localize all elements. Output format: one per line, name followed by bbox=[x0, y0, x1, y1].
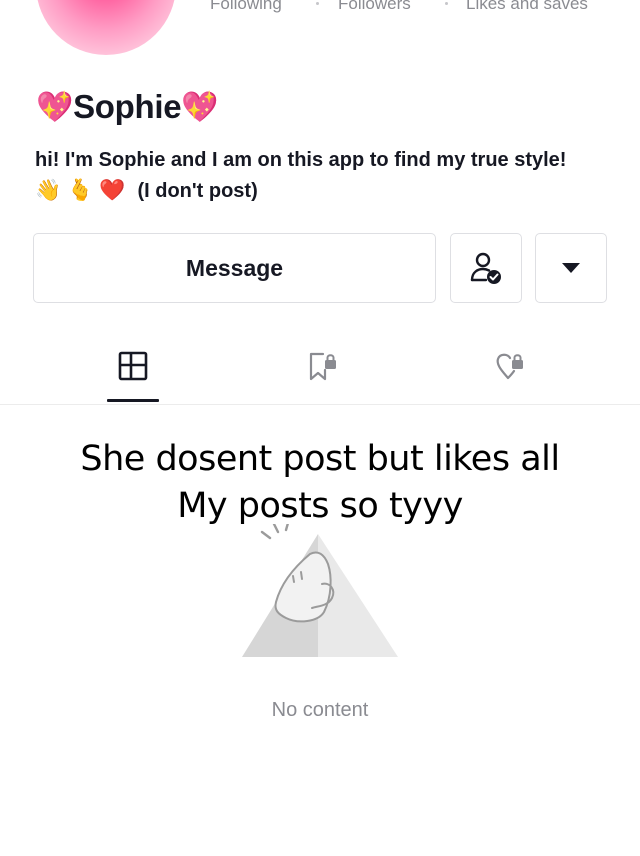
tab-saved[interactable] bbox=[295, 346, 347, 386]
caption-line-1: She dosent post but likes all bbox=[80, 439, 560, 479]
friend-status-button[interactable] bbox=[450, 233, 522, 303]
bio-line-2: 👋 🫰 ❤️ (I don't post) bbox=[35, 179, 258, 203]
stat-followers-label[interactable]: Followers bbox=[338, 0, 411, 14]
overlay-caption: She dosent post but likes all My posts s… bbox=[0, 436, 640, 530]
bio-note: (I don't post) bbox=[137, 179, 258, 202]
stat-divider bbox=[316, 2, 319, 5]
stat-likes-label[interactable]: Likes and saves bbox=[466, 0, 588, 14]
empty-state-text: No content bbox=[271, 699, 369, 721]
active-tab-indicator bbox=[107, 399, 159, 402]
heart-lock-icon bbox=[496, 353, 523, 380]
caption-line-2: My posts so tyyy bbox=[177, 486, 463, 526]
person-check-icon bbox=[470, 252, 501, 284]
avatar[interactable] bbox=[36, 0, 176, 55]
crossed-fingers-emoji: 🫰 bbox=[67, 179, 94, 202]
profile-tabs bbox=[0, 340, 640, 405]
profile-stats: Following Followers Likes and saves bbox=[210, 0, 620, 16]
more-options-button[interactable] bbox=[535, 233, 607, 303]
bookmark-lock-icon bbox=[309, 352, 336, 381]
caret-down-icon bbox=[562, 263, 580, 273]
profile-name: 💖 Sophie 💖 bbox=[36, 88, 219, 126]
profile-name-text: Sophie bbox=[73, 88, 182, 125]
bio-line-1: hi! I'm Sophie and I am on this app to f… bbox=[35, 149, 567, 171]
red-heart-emoji: ❤️ bbox=[99, 179, 126, 202]
stat-divider bbox=[445, 2, 448, 5]
empty-mountain-illustration bbox=[242, 524, 398, 657]
waving-hand-emoji: 👋 bbox=[35, 179, 62, 202]
sparkling-heart-emoji: 💖 bbox=[36, 90, 74, 124]
tab-liked[interactable] bbox=[482, 346, 534, 386]
tab-posts[interactable] bbox=[107, 346, 159, 386]
sparkling-heart-emoji: 💖 bbox=[181, 90, 219, 124]
stat-following-label[interactable]: Following bbox=[210, 0, 282, 14]
message-button[interactable]: Message bbox=[33, 233, 436, 303]
message-button-label: Message bbox=[185, 254, 284, 281]
grid-icon bbox=[118, 351, 148, 381]
